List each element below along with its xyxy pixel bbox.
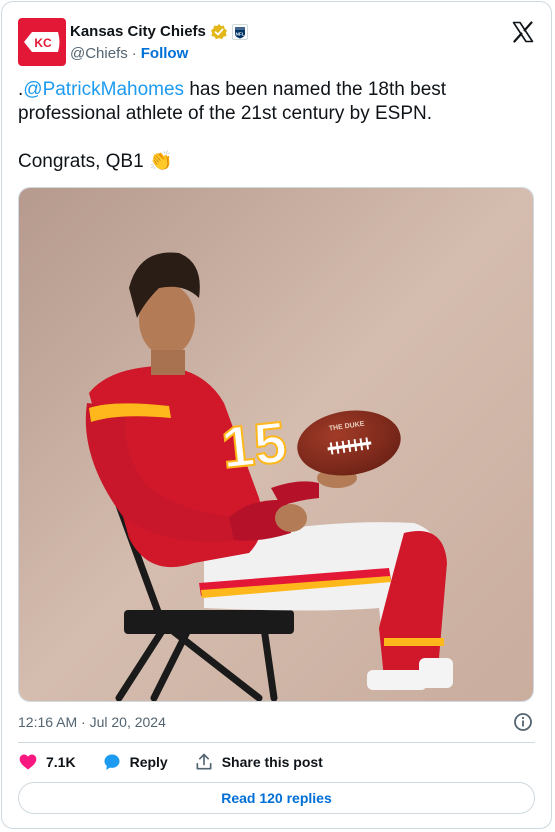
- avatar[interactable]: KC: [18, 18, 66, 66]
- info-icon[interactable]: [513, 712, 533, 732]
- tweet-text-line-2: Congrats, QB1 👏: [18, 150, 531, 174]
- account-names: Kansas City Chiefs NFL @Chiefs · Follow: [70, 22, 248, 64]
- jersey-number: 15: [219, 410, 290, 481]
- tweet-embed-card: KC Kansas City Chiefs NFL @Chiefs · Foll…: [1, 1, 552, 829]
- share-button[interactable]: Share this post: [194, 752, 323, 772]
- like-button[interactable]: 7.1K: [18, 752, 76, 772]
- follow-button[interactable]: Follow: [141, 44, 189, 64]
- tweet-header: KC Kansas City Chiefs NFL @Chiefs · Foll…: [18, 18, 535, 66]
- mention-link[interactable]: @PatrickMahomes: [23, 79, 184, 100]
- avatar-logo-text: KC: [34, 36, 52, 50]
- heart-icon: [19, 754, 37, 770]
- reply-label: Reply: [129, 754, 168, 770]
- divider: [18, 742, 535, 743]
- tweet-meta: 12:16 AM · Jul 20, 2024: [18, 710, 535, 734]
- verified-badge-icon: [210, 23, 228, 41]
- handle[interactable]: @Chiefs: [70, 44, 128, 64]
- clapping-hands-emoji: 👏: [148, 151, 173, 172]
- timestamp-link[interactable]: 12:16 AM · Jul 20, 2024: [18, 714, 166, 730]
- share-upload-icon: [196, 753, 212, 770]
- read-replies-button[interactable]: Read 120 replies: [18, 782, 535, 814]
- display-name[interactable]: Kansas City Chiefs: [70, 22, 206, 42]
- tweet-media-photo[interactable]: 15 THE DUKE: [18, 187, 534, 702]
- player-photo: 15 THE DUKE: [19, 188, 533, 701]
- share-label: Share this post: [221, 754, 323, 770]
- reply-button[interactable]: Reply: [102, 752, 168, 772]
- x-logo-icon[interactable]: [511, 20, 535, 44]
- tweet-text-line-1: .@PatrickMahomes has been named the 18th…: [18, 78, 531, 126]
- handle-separator: ·: [131, 45, 137, 62]
- reply-bubble-icon: [104, 754, 120, 770]
- nfl-affiliate-badge-icon[interactable]: NFL: [231, 24, 248, 40]
- tweet-actions: 7.1K Reply Share this post: [18, 750, 349, 774]
- nfl-badge-text: NFL: [236, 31, 245, 36]
- tweet-text: .@PatrickMahomes has been named the 18th…: [18, 78, 531, 198]
- tweet-text-congrats: Congrats, QB1: [18, 151, 144, 172]
- like-count: 7.1K: [46, 754, 76, 770]
- chiefs-arrowhead-logo: KC: [24, 32, 60, 52]
